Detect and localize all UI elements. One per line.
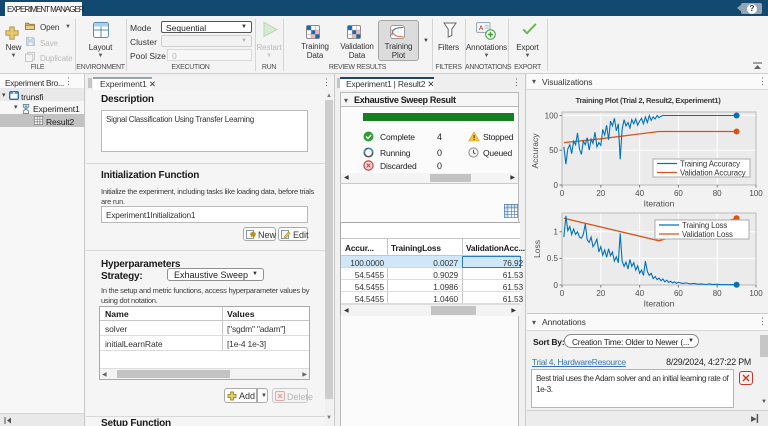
svg-text:Loss: Loss (532, 240, 542, 258)
svg-text:20: 20 (596, 189, 605, 198)
svg-text:20: 20 (596, 289, 605, 298)
svg-text:Training Accuracy: Training Accuracy (680, 160, 740, 169)
svg-text:Training Loss: Training Loss (682, 221, 727, 230)
svg-text:A: A (479, 25, 484, 32)
svg-text:1: 1 (554, 228, 559, 237)
svg-text:Iteration: Iteration (644, 299, 675, 309)
svg-text:100: 100 (545, 111, 559, 120)
svg-text:0: 0 (554, 181, 559, 190)
svg-text:0: 0 (560, 189, 565, 198)
svg-text:0.5: 0.5 (547, 254, 559, 263)
svg-text:Accuracy: Accuracy (530, 133, 540, 169)
svg-text:Iteration: Iteration (644, 199, 675, 209)
svg-text:0: 0 (554, 281, 559, 290)
svg-text:50: 50 (549, 146, 558, 155)
svg-text:Validation Loss: Validation Loss (682, 230, 733, 239)
svg-text:60: 60 (674, 189, 683, 198)
svg-text:40: 40 (635, 289, 644, 298)
svg-text:100: 100 (749, 189, 763, 198)
svg-text:100: 100 (749, 289, 763, 298)
svg-text:0: 0 (560, 289, 565, 298)
svg-text:Validation Accuracy: Validation Accuracy (680, 169, 746, 178)
svg-text:80: 80 (713, 189, 722, 198)
svg-text:80: 80 (713, 289, 722, 298)
svg-text:40: 40 (635, 189, 644, 198)
svg-text:60: 60 (674, 289, 683, 298)
